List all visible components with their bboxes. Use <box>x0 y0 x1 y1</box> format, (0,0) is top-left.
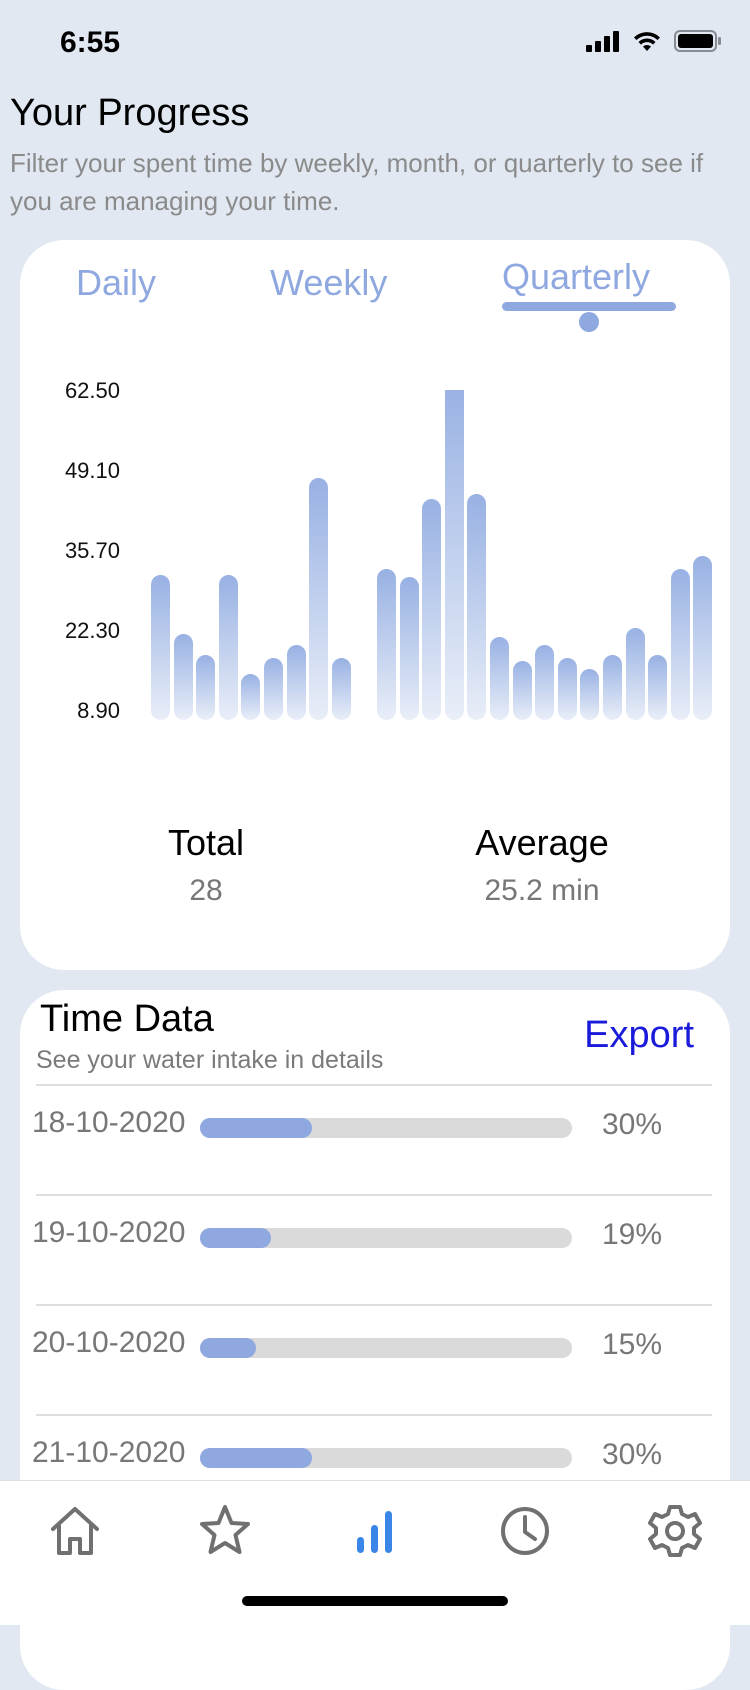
chart-bar <box>444 390 464 720</box>
chart-bar <box>648 655 668 720</box>
chart-bar <box>490 636 509 720</box>
signal-icon <box>586 31 619 52</box>
export-button[interactable]: Export <box>584 1014 694 1057</box>
wifi-icon <box>634 32 660 51</box>
page-subtitle: Filter your spent time by weekly, month,… <box>10 148 704 216</box>
chart-bar <box>467 493 487 720</box>
status-icons <box>586 30 722 52</box>
chart-bar <box>218 574 238 720</box>
time-data-title: Time Data <box>40 998 214 1040</box>
chart-bar <box>264 658 283 720</box>
row-percent: 30% <box>602 1108 663 1141</box>
tab-daily[interactable]: Daily <box>76 262 156 304</box>
chart-bar <box>693 555 713 720</box>
chart-bar <box>535 644 555 720</box>
chart-bar <box>151 574 170 720</box>
row-date: 18-10-2020 <box>32 1106 186 1139</box>
chart-bar <box>286 644 306 720</box>
divider <box>36 1414 712 1416</box>
row-date: 19-10-2020 <box>32 1216 186 1249</box>
divider <box>36 1084 712 1086</box>
progress-track <box>200 1338 572 1358</box>
row-percent: 15% <box>602 1328 663 1361</box>
total-label: Total <box>167 822 245 863</box>
chart-bar <box>331 658 351 720</box>
active-tab-underline <box>502 302 676 311</box>
clock-icon[interactable] <box>495 1501 555 1561</box>
status-time: 6:55 <box>60 26 121 59</box>
chart-bar <box>580 668 600 720</box>
progress-fill <box>200 1448 312 1468</box>
average-value: 25.2 min <box>484 874 600 907</box>
chart-bar <box>557 658 577 720</box>
progress-track <box>200 1228 572 1248</box>
divider <box>36 1304 712 1306</box>
time-data-subtitle: See your water intake in details <box>36 1046 384 1074</box>
chart-bar <box>670 569 690 720</box>
chart-bar <box>241 674 261 720</box>
tab-weekly[interactable]: Weekly <box>270 262 387 304</box>
row-date: 21-10-2020 <box>32 1436 186 1469</box>
chart-bar <box>399 577 419 720</box>
chart-bar <box>196 655 216 720</box>
chart-bar <box>309 477 329 720</box>
chart-bar <box>512 660 532 720</box>
home-icon[interactable] <box>45 1501 105 1561</box>
progress-track <box>200 1448 572 1468</box>
status-bar: 6:55 <box>0 0 750 90</box>
gear-icon[interactable] <box>645 1501 705 1561</box>
bar-chart-icon[interactable] <box>345 1501 405 1561</box>
row-percent: 30% <box>602 1438 663 1471</box>
progress-card: Daily Weekly Quarterly 62.50 49.10 35.70… <box>20 240 730 970</box>
chart-bar <box>377 569 396 720</box>
chart-bar <box>422 499 442 720</box>
row-percent: 19% <box>602 1218 663 1251</box>
progress-fill <box>200 1118 312 1138</box>
progress-fill <box>200 1338 256 1358</box>
battery-icon <box>674 30 721 52</box>
star-icon[interactable] <box>195 1501 255 1561</box>
divider <box>36 1194 712 1196</box>
page-title: Your Progress <box>10 92 250 134</box>
active-tab-dot <box>579 312 599 332</box>
tab-quarterly[interactable]: Quarterly <box>502 256 650 298</box>
chart-bar <box>603 655 622 720</box>
total-value: 28 <box>189 874 223 907</box>
row-date: 20-10-2020 <box>32 1326 186 1359</box>
progress-track <box>200 1118 572 1138</box>
chart-bar <box>625 628 645 720</box>
average-label: Average <box>475 822 609 863</box>
home-indicator <box>242 1596 508 1606</box>
progress-fill <box>200 1228 271 1248</box>
chart-bar <box>173 633 193 720</box>
